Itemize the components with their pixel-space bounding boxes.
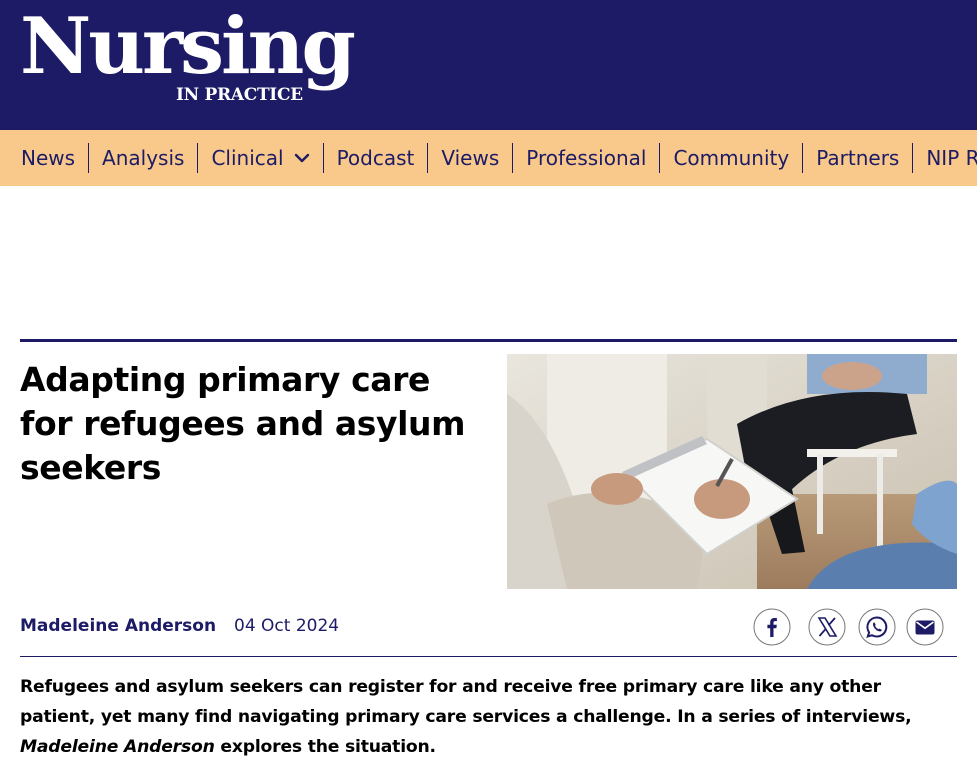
standfirst-author: Madeleine Anderson	[20, 737, 215, 757]
masthead: Nursing IN PRACTICE	[0, 0, 977, 130]
nav-item-label: Community	[673, 146, 790, 170]
nav-item-professional[interactable]: Professional	[513, 143, 661, 173]
whatsapp-icon	[858, 608, 896, 646]
nav-item-partners[interactable]: Partners	[803, 143, 914, 173]
nav-item-news[interactable]: News	[8, 143, 90, 173]
consultation-photo	[507, 354, 957, 589]
nav-item-label: Podcast	[336, 146, 415, 170]
article-standfirst: Refugees and asylum seekers can register…	[20, 672, 955, 762]
nav-item-label: News	[21, 146, 76, 170]
share-x-button[interactable]	[808, 608, 846, 646]
article-meta-rule	[20, 656, 957, 657]
facebook-icon	[753, 608, 791, 646]
article-hero-image	[507, 354, 957, 589]
advert-space	[0, 186, 977, 336]
nav-item-analysis[interactable]: Analysis	[89, 143, 199, 173]
nav-item-label: NIP Re	[926, 146, 977, 170]
nav-item-podcast[interactable]: Podcast	[324, 143, 429, 173]
nav-item-label: Analysis	[102, 146, 185, 170]
logo-tagline: IN PRACTICE	[176, 85, 303, 105]
nav-item-label: Clinical	[211, 146, 284, 170]
site-logo[interactable]: Nursing IN PRACTICE	[20, 8, 365, 109]
share-whatsapp-button[interactable]	[858, 608, 896, 646]
logo-wordmark: Nursing	[20, 1, 356, 92]
chevron-down-icon[interactable]	[294, 153, 310, 163]
email-icon	[906, 608, 944, 646]
article-date: 04 Oct 2024	[234, 616, 340, 636]
nav-item-community[interactable]: Community	[660, 143, 804, 173]
share-email-button[interactable]	[906, 608, 944, 646]
nav-item-clinical[interactable]: Clinical	[198, 143, 324, 173]
nav-item-label: Professional	[526, 146, 647, 170]
x-icon	[808, 608, 846, 646]
nav-item-views[interactable]: Views	[428, 143, 514, 173]
nav-item-nip-resources[interactable]: NIP Re	[913, 143, 977, 173]
standfirst-text-end: explores the situation.	[214, 737, 436, 757]
article-author[interactable]: Madeleine Anderson	[20, 616, 216, 636]
article-title: Adapting primary care for refugees and a…	[20, 360, 466, 487]
main-navigation: News Analysis Clinical Podcast Views Pro…	[0, 130, 977, 186]
share-facebook-button[interactable]	[753, 608, 791, 646]
article-top-rule	[20, 339, 957, 342]
nav-item-label: Partners	[816, 146, 900, 170]
standfirst-text: Refugees and asylum seekers can register…	[20, 677, 912, 727]
nav-list: News Analysis Clinical Podcast Views Pro…	[0, 130, 977, 186]
nav-item-label: Views	[441, 146, 500, 170]
